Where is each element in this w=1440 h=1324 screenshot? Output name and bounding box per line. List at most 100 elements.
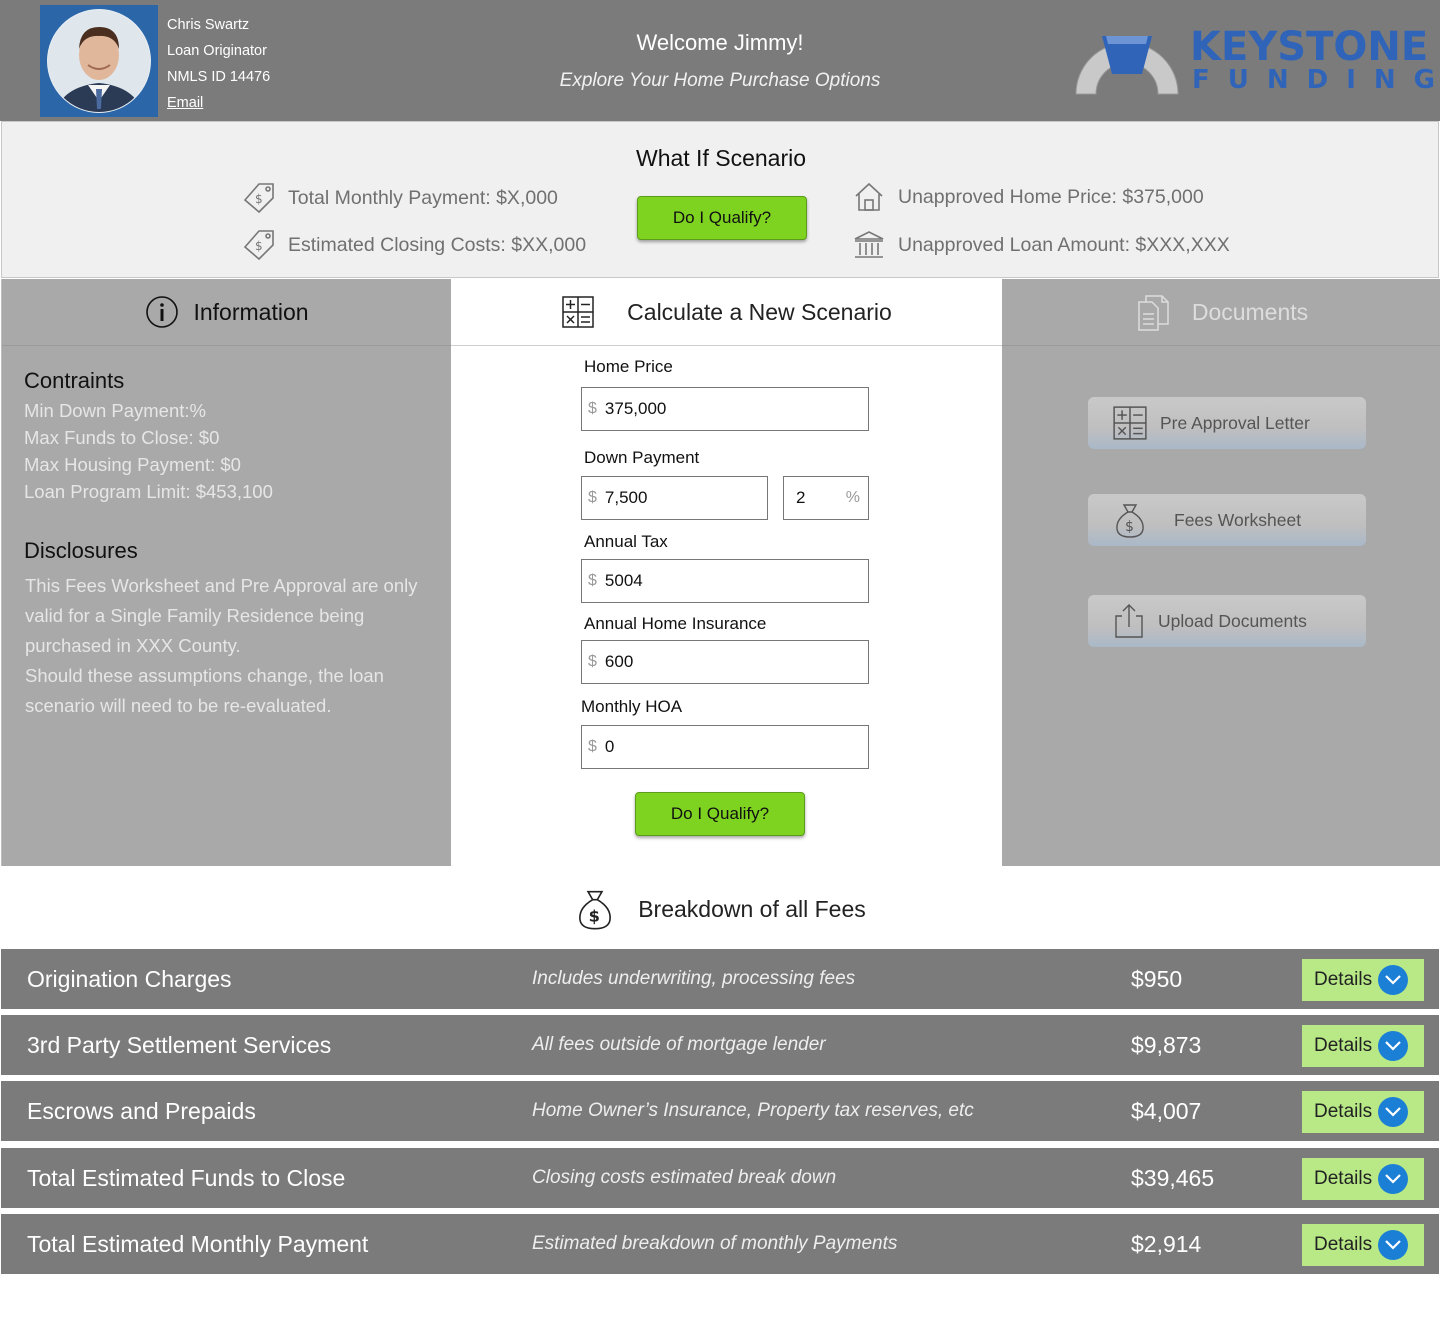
house-icon	[850, 178, 888, 216]
tab-documents[interactable]: Documents	[1002, 279, 1440, 346]
unapproved-home-price-text: Unapproved Home Price: $375,000	[898, 185, 1204, 208]
fee-name: Escrows and Prepaids	[27, 1098, 256, 1124]
breakdown-heading: $ Breakdown of all Fees	[0, 884, 1440, 934]
details-button[interactable]: Details	[1302, 1091, 1424, 1133]
annual-insurance-label: Annual Home Insurance	[584, 614, 767, 633]
total-monthly-payment-text: Total Monthly Payment: $X,000	[288, 186, 558, 209]
svg-text:$: $	[255, 239, 263, 253]
details-label: Details	[1314, 1101, 1373, 1122]
fee-name: Total Estimated Funds to Close	[27, 1165, 346, 1191]
details-label: Details	[1314, 1234, 1373, 1255]
money-tag-icon: $	[240, 226, 278, 264]
welcome-title: Welcome Jimmy!	[636, 30, 804, 55]
what-if-title: What If Scenario	[635, 145, 807, 171]
company-logo: KEYSTONE FUNDING	[1072, 24, 1435, 98]
welcome-subtitle: Explore Your Home Purchase Options	[559, 70, 881, 91]
details-label: Details	[1314, 1168, 1373, 1189]
fee-name: Total Estimated Monthly Payment	[27, 1231, 369, 1257]
fee-row: 3rd Party Settlement Services All fees o…	[1, 1015, 1439, 1075]
estimated-closing-costs: $ Estimated Closing Costs: $XX,000	[240, 226, 586, 264]
calculate-qualify-button[interactable]: Do I Qualify?	[635, 792, 805, 836]
monthly-hoa-value: 0	[604, 737, 615, 756]
fee-description: All fees outside of mortgage lender	[532, 1034, 826, 1055]
info-icon	[145, 295, 179, 329]
currency-symbol: $	[588, 489, 597, 506]
currency-symbol: $	[588, 653, 597, 670]
svg-text:$: $	[589, 907, 600, 926]
bank-icon	[850, 226, 888, 264]
disclosures-heading: Disclosures	[24, 538, 138, 563]
pre-approval-letter-button[interactable]: Pre Approval Letter	[1088, 397, 1366, 449]
constraints-heading: Contraints	[24, 368, 125, 393]
annual-tax-input[interactable]: $ 5004	[581, 559, 869, 603]
home-price-value: 375,000	[604, 399, 667, 418]
details-button[interactable]: Details	[1302, 1025, 1424, 1067]
originator-info: Chris Swartz Loan Originator NMLS ID 144…	[167, 12, 270, 116]
logo-line-1: KEYSTONE	[1190, 24, 1429, 70]
email-link[interactable]: Email	[167, 90, 270, 116]
fee-amount: $2,914	[1131, 1231, 1202, 1257]
fee-amount: $4,007	[1131, 1098, 1202, 1124]
originator-title: Loan Originator	[167, 43, 267, 59]
nmls-id: NMLS ID 14476	[167, 69, 271, 85]
upload-documents-label: Upload Documents	[1158, 610, 1307, 631]
upload-documents-button[interactable]: Upload Documents	[1088, 595, 1366, 647]
breakdown-title: Breakdown of all Fees	[638, 895, 866, 922]
fee-row: Escrows and Prepaids Home Owner’s Insura…	[1, 1081, 1439, 1141]
constraint-item: Loan Program Limit: $453,100	[24, 481, 273, 502]
svg-text:$: $	[255, 192, 263, 206]
documents-panel: Documents Pre Approval Letter $ Fees Wor…	[1002, 279, 1440, 866]
fee-amount: $39,465	[1131, 1165, 1215, 1191]
fee-description: Estimated breakdown of monthly Payments	[532, 1233, 898, 1254]
fee-description: Home Owner’s Insurance, Property tax res…	[532, 1100, 974, 1121]
monthly-hoa-input[interactable]: $ 0	[581, 725, 869, 769]
what-if-qualify-button[interactable]: Do I Qualify?	[637, 196, 807, 240]
fee-amount: $9,873	[1131, 1032, 1202, 1058]
tab-documents-label: Documents	[1191, 298, 1309, 325]
calculator-icon	[1112, 405, 1148, 441]
details-button[interactable]: Details	[1302, 959, 1424, 1001]
calculator-icon	[561, 295, 595, 329]
fees-worksheet-label: Fees Worksheet	[1174, 509, 1302, 530]
unapproved-loan-amount: Unapproved Loan Amount: $XXX,XXX	[850, 226, 1230, 264]
header: Chris Swartz Loan Originator NMLS ID 144…	[0, 0, 1440, 121]
total-monthly-payment: $ Total Monthly Payment: $X,000	[240, 179, 558, 217]
annual-insurance-value: 600	[604, 652, 634, 671]
upload-icon	[1112, 602, 1146, 640]
fee-description: Includes underwriting, processing fees	[532, 968, 856, 989]
down-payment-input[interactable]: $ 7,500	[581, 476, 768, 520]
calculator-panel: Calculate a New Scenario Home Price $ 37…	[451, 279, 1002, 866]
fee-name: 3rd Party Settlement Services	[27, 1032, 332, 1058]
keystone-arch-icon	[1075, 36, 1179, 95]
details-label: Details	[1314, 969, 1373, 990]
disclosures-paragraph: Should these assumptions change, the loa…	[25, 665, 384, 716]
pre-approval-letter-label: Pre Approval Letter	[1160, 412, 1310, 433]
fee-name: Origination Charges	[27, 966, 232, 992]
home-price-input[interactable]: $ 375,000	[581, 387, 869, 431]
tab-information[interactable]: Information	[2, 279, 452, 346]
home-price-label: Home Price	[584, 357, 673, 376]
disclosures-paragraph: This Fees Worksheet and Pre Approval are…	[25, 575, 418, 656]
down-payment-value: 7,500	[604, 488, 648, 507]
money-bag-icon: $	[1112, 501, 1148, 539]
documents-icon	[1134, 292, 1174, 332]
disclosures-text: This Fees Worksheet and Pre Approval are…	[25, 571, 445, 721]
annual-insurance-input[interactable]: $ 600	[581, 640, 869, 684]
details-label: Details	[1314, 1035, 1373, 1056]
chevron-down-icon	[1378, 1164, 1409, 1194]
details-button[interactable]: Details	[1302, 1224, 1424, 1266]
constraint-item: Max Funds to Close: $0	[24, 427, 220, 448]
logo-wordmark: KEYSTONE FUNDING	[1190, 24, 1440, 94]
tab-calculate-scenario[interactable]: Calculate a New Scenario	[451, 279, 1002, 346]
fees-worksheet-button[interactable]: $ Fees Worksheet	[1088, 494, 1366, 546]
money-tag-icon: $	[240, 179, 278, 217]
details-button[interactable]: Details	[1302, 1158, 1424, 1200]
down-payment-percent-input[interactable]: 2 %	[783, 476, 869, 520]
currency-symbol: $	[588, 738, 597, 755]
tab-calculate-label: Calculate a New Scenario	[627, 298, 892, 325]
chevron-down-icon	[1378, 1230, 1409, 1260]
information-panel: Information Contraints Min Down Payment:…	[1, 279, 452, 866]
monthly-hoa-label: Monthly HOA	[581, 697, 683, 716]
constraint-item: Min Down Payment:%	[24, 400, 206, 421]
logo-line-2: FUNDING	[1192, 65, 1440, 95]
